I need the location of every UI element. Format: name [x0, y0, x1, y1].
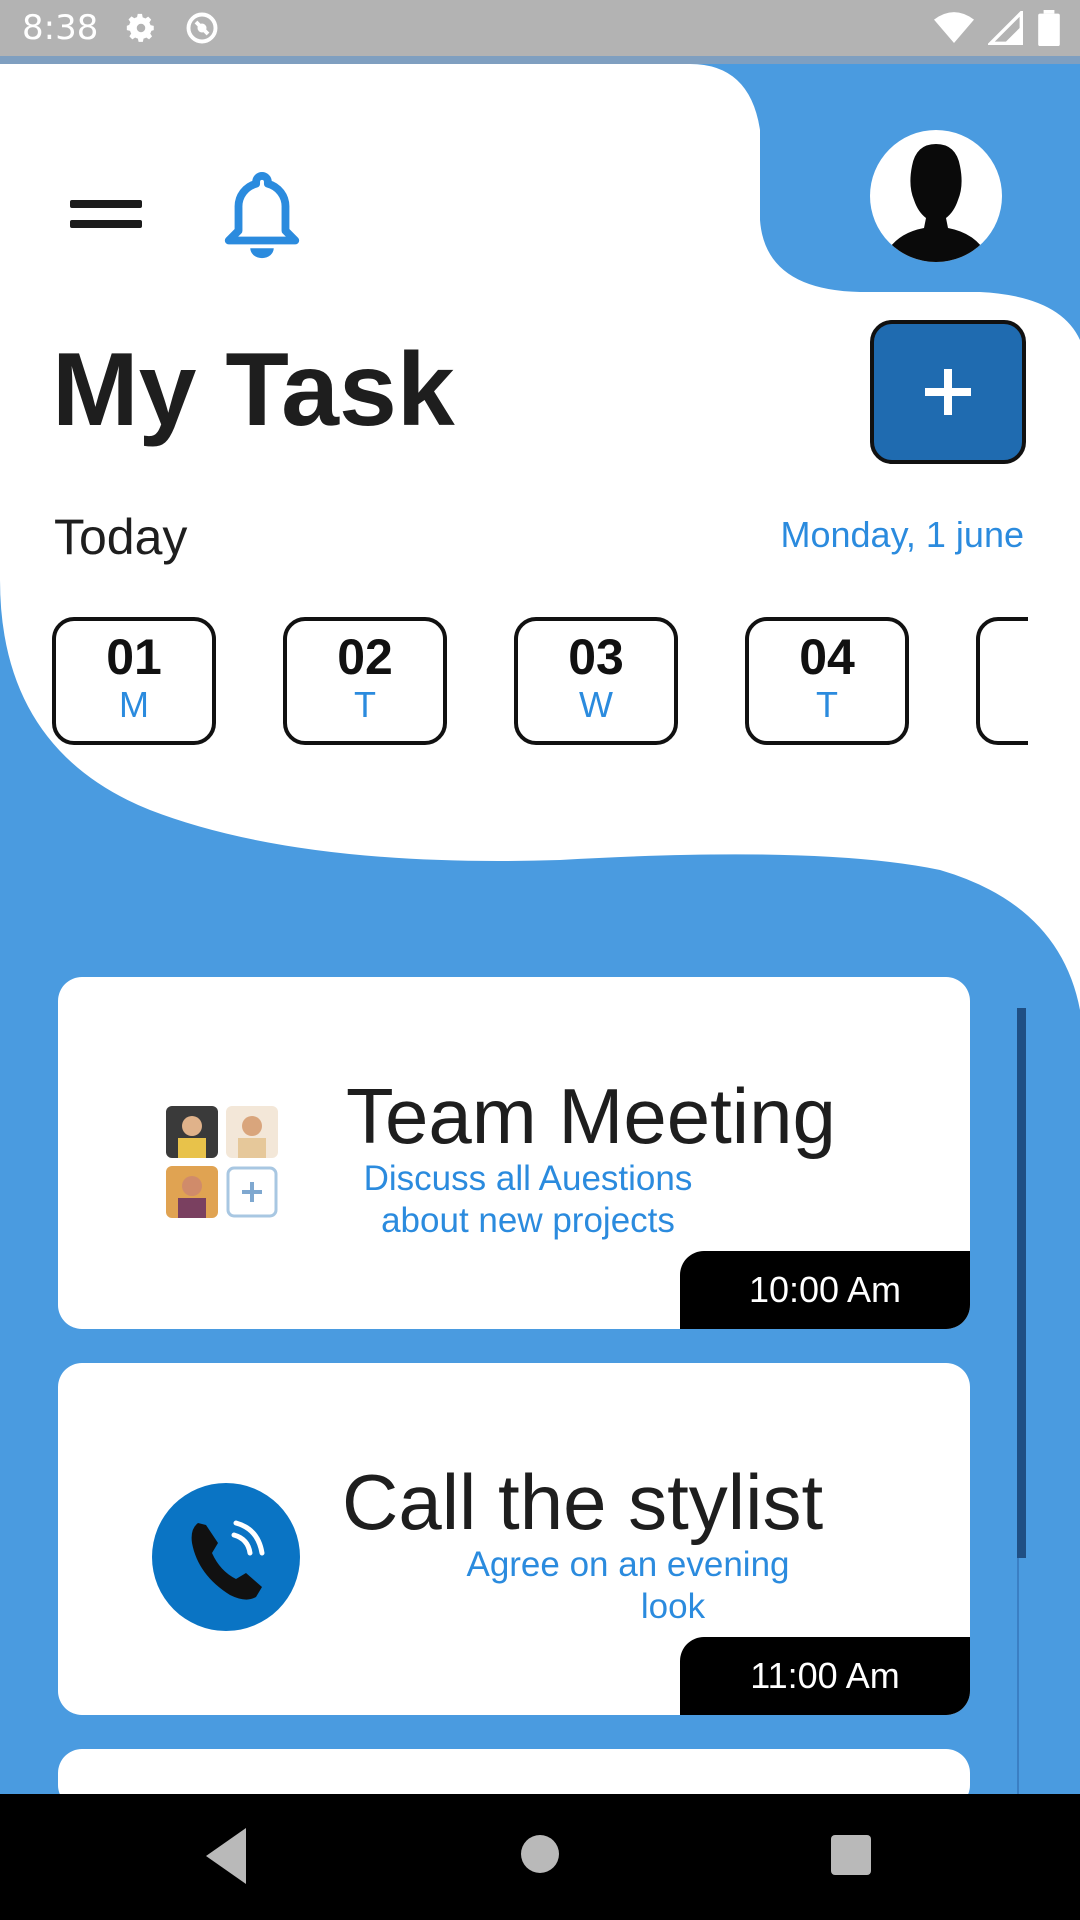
menu-icon[interactable]	[70, 200, 142, 230]
recents-icon[interactable]	[830, 1834, 872, 1881]
date-chip[interactable]	[976, 617, 1028, 745]
task-description-line: look	[640, 1587, 706, 1626]
date-number: 02	[337, 629, 393, 685]
task-time-badge: 10:00 Am	[680, 1251, 970, 1329]
current-date: Monday, 1 june	[780, 514, 1025, 555]
date-number: 01	[106, 629, 162, 685]
add-task-button[interactable]	[870, 320, 1026, 464]
task-title: Call the stylist	[342, 1458, 824, 1546]
task-description-line: Discuss all Auestions	[363, 1159, 693, 1198]
bell-icon[interactable]	[222, 172, 302, 262]
date-number: 04	[799, 629, 855, 685]
back-icon[interactable]	[204, 1824, 248, 1893]
status-time: 8:38	[22, 8, 99, 48]
signal-icon	[986, 8, 1024, 50]
phone-icon	[152, 1483, 300, 1631]
task-description-line: Agree on an evening	[466, 1545, 790, 1584]
plus-icon	[925, 369, 971, 415]
wifi-icon	[934, 11, 974, 50]
date-chip[interactable]: 04 T	[745, 617, 909, 745]
team-members-icon	[158, 1102, 288, 1232]
task-card[interactable]: Team Meeting Discuss all Auestions about…	[58, 977, 970, 1329]
date-chip[interactable]: 02 T	[283, 617, 447, 745]
page-title: My Task	[52, 332, 455, 448]
date-chip[interactable]: 01 M	[52, 617, 216, 745]
date-chip[interactable]: 03 W	[514, 617, 678, 745]
date-day: T	[354, 684, 376, 725]
date-strip[interactable]: 01 M 02 T 03 W 04 T	[52, 617, 1028, 749]
task-description-line: about new projects	[381, 1201, 675, 1240]
sync-icon	[184, 10, 220, 46]
date-day: M	[119, 684, 149, 725]
home-icon[interactable]	[520, 1834, 560, 1879]
task-description: Discuss all Auestions about new projects	[348, 1158, 708, 1242]
task-time-badge: 11:00 Am	[680, 1637, 970, 1715]
settings-icon	[124, 11, 158, 45]
avatar[interactable]	[870, 130, 1002, 262]
scrollbar-track	[1017, 1558, 1019, 1798]
battery-icon	[1038, 10, 1060, 51]
scrollbar-thumb[interactable]	[1017, 1008, 1026, 1558]
date-number: 03	[568, 629, 624, 685]
task-description: Agree on an evening look	[428, 1544, 828, 1628]
task-title: Team Meeting	[346, 1072, 836, 1160]
status-divider	[0, 56, 1080, 64]
status-bar: 8:38	[0, 0, 1080, 56]
navigation-bar	[0, 1794, 1080, 1920]
date-day: W	[579, 684, 613, 725]
today-label: Today	[54, 509, 188, 565]
date-day: T	[816, 684, 838, 725]
task-card[interactable]: Call the stylist Agree on an evening loo…	[58, 1363, 970, 1715]
